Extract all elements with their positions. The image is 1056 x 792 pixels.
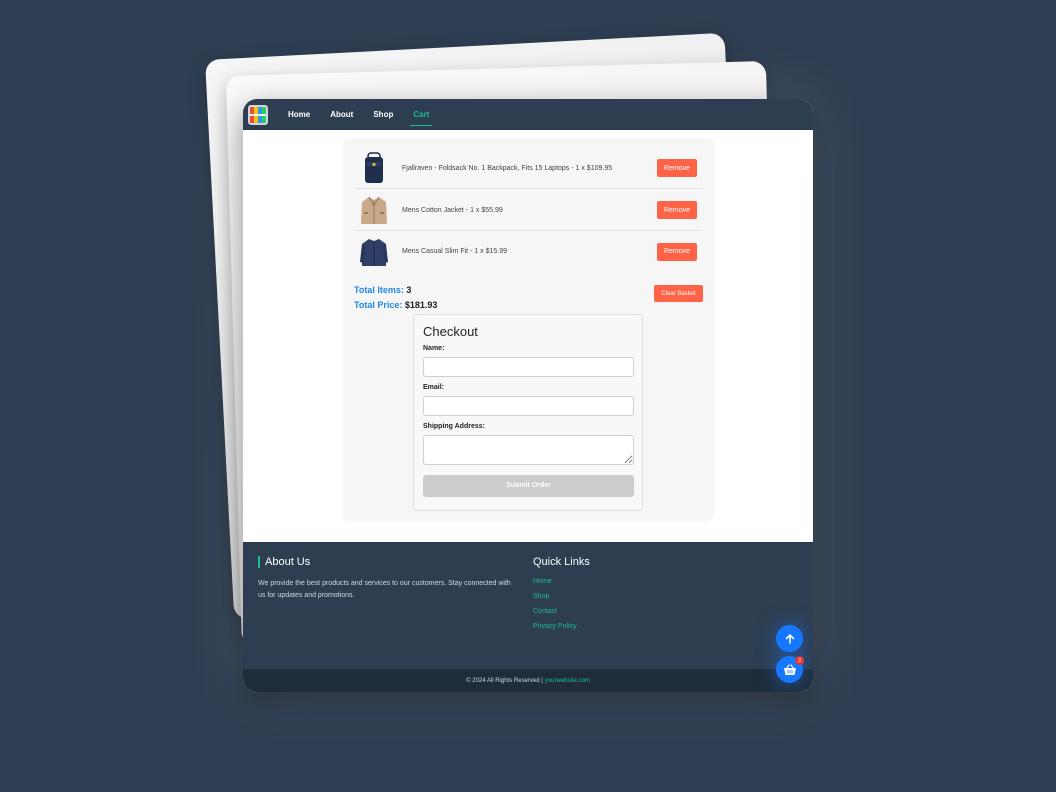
nav-cart[interactable]: Cart	[410, 104, 433, 126]
floating-cart-button[interactable]: 3	[776, 656, 804, 683]
submit-order-button[interactable]: Submit Order	[423, 474, 634, 497]
clear-basket-button[interactable]: Clear Basket	[654, 285, 703, 302]
nav-about[interactable]: About	[327, 104, 356, 126]
about-title: About Us	[258, 556, 518, 568]
footer-link-shop[interactable]: Shop	[533, 593, 590, 600]
footer-about: About Us We provide the best products an…	[258, 556, 518, 602]
navbar: Home About Shop Cart	[243, 99, 813, 130]
cart-item: Mens Cotton Jacket - 1 x $55.99 Remove	[354, 190, 703, 231]
footer-link-contact[interactable]: Contact	[533, 608, 590, 615]
cart-totals: Total Items: 3 Total Price: $181.93	[354, 283, 437, 313]
jacket-icon	[359, 194, 389, 226]
shipping-address-field[interactable]	[423, 435, 634, 465]
total-items-value: 3	[406, 285, 412, 295]
cart-count-badge: 3	[795, 656, 804, 665]
footer: About Us We provide the best products an…	[243, 542, 813, 669]
copyright-bar: © 2024 All Rights Reserved | yourwebsite…	[243, 669, 813, 692]
arrow-up-icon	[785, 633, 794, 644]
checkout-form: Checkout Name: Email: Shipping Address: …	[413, 314, 643, 511]
cart-panel: Fjallraven - Foldsack No. 1 Backpack, Fi…	[344, 139, 713, 519]
total-price: Total Price: $181.93	[354, 298, 437, 313]
total-price-value: $181.93	[404, 300, 438, 310]
site-link[interactable]: yourwebsite.com	[545, 678, 590, 684]
cart-item-description: Mens Casual Slim Fit - 1 x $15.99	[402, 248, 508, 255]
copyright-text: © 2024 All Rights Reserved |	[466, 677, 543, 684]
nav-shop[interactable]: Shop	[370, 104, 396, 126]
browser-window: Home About Shop Cart Fjallraven - Foldsa…	[243, 99, 813, 692]
cart-item: Mens Casual Slim Fit - 1 x $15.99 Remove	[354, 231, 703, 272]
remove-button[interactable]: Remove	[657, 242, 697, 261]
cart-item: Fjallraven - Foldsack No. 1 Backpack, Fi…	[354, 148, 703, 189]
scroll-to-top-button[interactable]	[776, 625, 803, 652]
name-label: Name:	[423, 345, 445, 352]
main-content: Fjallraven - Foldsack No. 1 Backpack, Fi…	[243, 130, 813, 542]
about-text: We provide the best products and service…	[258, 580, 511, 599]
total-items: Total Items: 3	[354, 283, 437, 298]
checkout-title: Checkout	[423, 324, 478, 339]
remove-button[interactable]: Remove	[657, 201, 697, 219]
basket-icon	[783, 663, 796, 675]
footer-link-home[interactable]: Home	[533, 578, 590, 585]
nav-home[interactable]: Home	[285, 104, 313, 126]
name-field[interactable]	[423, 357, 634, 377]
backpack-icon	[359, 152, 389, 184]
total-items-label: Total Items:	[354, 285, 404, 295]
remove-button[interactable]: Remove	[657, 159, 697, 177]
email-field[interactable]	[423, 396, 634, 416]
shirt-icon	[359, 236, 389, 268]
footer-quick-links: Quick Links Home Shop Contact Privacy Po…	[533, 556, 590, 638]
quick-links-title: Quick Links	[533, 556, 590, 568]
cart-item-description: Mens Cotton Jacket - 1 x $55.99	[402, 206, 503, 214]
email-label: Email:	[423, 384, 445, 391]
shipping-address-label: Shipping Address:	[423, 423, 485, 430]
total-price-label: Total Price:	[354, 300, 403, 310]
cart-item-description: Fjallraven - Foldsack No. 1 Backpack, Fi…	[402, 164, 613, 172]
footer-link-privacy[interactable]: Privacy Policy	[533, 623, 590, 630]
store-logo-icon[interactable]	[248, 104, 268, 125]
